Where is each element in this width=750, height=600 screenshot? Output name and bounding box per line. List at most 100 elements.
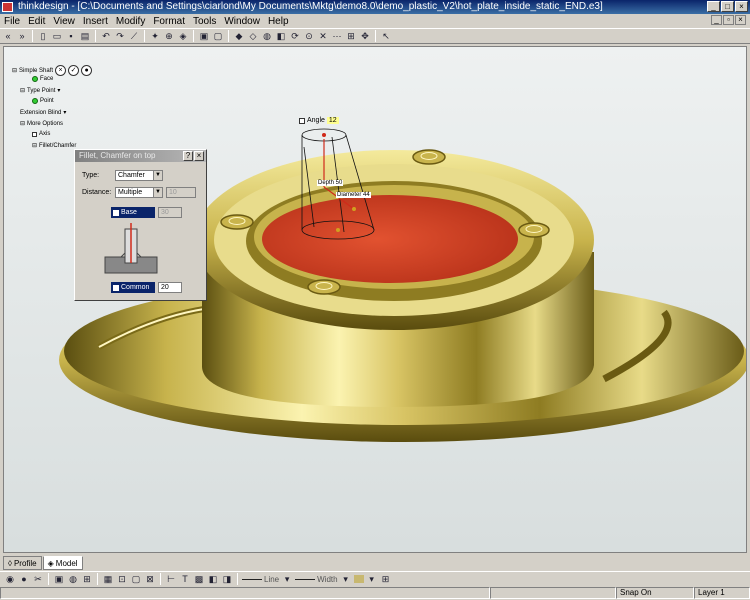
- base-input[interactable]: 30: [158, 207, 182, 218]
- width-label[interactable]: Width: [317, 575, 337, 584]
- frame-icon[interactable]: ▢: [130, 574, 142, 585]
- chevron-down-icon[interactable]: ▾: [366, 574, 378, 585]
- chevron-down-icon[interactable]: ▼: [153, 188, 162, 197]
- menu-view[interactable]: View: [53, 16, 75, 27]
- sphere-icon[interactable]: ●: [18, 574, 30, 585]
- render-icon[interactable]: ◨: [221, 574, 233, 585]
- align-icon[interactable]: ▦: [102, 574, 114, 585]
- common-checkbox[interactable]: [113, 284, 119, 291]
- target-icon[interactable]: ⊙: [303, 31, 315, 42]
- line-style-sample[interactable]: [242, 578, 262, 580]
- save-icon[interactable]: ▪: [65, 31, 77, 42]
- base-option[interactable]: Base: [111, 207, 155, 218]
- doc-restore-button[interactable]: ▫: [723, 15, 734, 25]
- menu-insert[interactable]: Insert: [83, 16, 108, 27]
- paint-icon[interactable]: ◍: [67, 574, 79, 585]
- layer-status[interactable]: Layer 1: [694, 587, 750, 599]
- base-checkbox[interactable]: [113, 209, 119, 216]
- tree-type-point[interactable]: ⊟ Type Point ▾: [20, 87, 60, 95]
- tree-axis[interactable]: Axis: [32, 131, 50, 137]
- chevron-right-icon[interactable]: »: [16, 31, 28, 42]
- doc-minimize-button[interactable]: _: [711, 15, 722, 25]
- cancel-icon[interactable]: ×: [55, 65, 67, 76]
- image-icon[interactable]: ▩: [193, 574, 205, 585]
- mesh-icon[interactable]: ⊞: [81, 574, 93, 585]
- angle-value[interactable]: 12: [326, 117, 339, 124]
- bulb-icon[interactable]: ✦: [149, 31, 161, 42]
- tool-icon[interactable]: ✂: [32, 574, 44, 585]
- chevron-down-icon[interactable]: ▾: [281, 574, 293, 585]
- tab-profile[interactable]: ◊ Profile: [3, 556, 42, 570]
- text-icon[interactable]: T: [179, 574, 191, 585]
- measure-icon[interactable]: ⊡: [116, 574, 128, 585]
- menu-help[interactable]: Help: [268, 16, 289, 27]
- tree-fillet[interactable]: ⊟ Fillet/Chamfer: [32, 142, 76, 150]
- depth-annotation[interactable]: Depth 50: [317, 180, 344, 186]
- box-icon[interactable]: ◧: [275, 31, 287, 42]
- grid-icon[interactable]: ⋯: [331, 31, 343, 42]
- diameter-annotation[interactable]: Diameter 44: [336, 192, 371, 198]
- pointer-icon[interactable]: ↖: [380, 31, 392, 42]
- angle-checkbox[interactable]: [299, 117, 305, 124]
- model-viewport[interactable]: Angle 12 Depth 50 Diameter 44 ⊟ Simple S…: [3, 46, 747, 553]
- dropdown-arrow-icon[interactable]: ▾: [63, 109, 66, 116]
- tree-more-options[interactable]: ⊟ More Options: [20, 120, 63, 128]
- frame-icon[interactable]: ▢: [212, 31, 224, 42]
- line-width-sample[interactable]: [295, 578, 316, 580]
- layer-icon[interactable]: ◧: [207, 574, 219, 585]
- doc-close-button[interactable]: ×: [735, 15, 746, 25]
- rotate-icon[interactable]: ⟳: [289, 31, 301, 42]
- menu-window[interactable]: Window: [224, 16, 260, 27]
- snap-status[interactable]: Snap On: [616, 587, 694, 599]
- menu-edit[interactable]: Edit: [28, 16, 45, 27]
- cube-icon[interactable]: ▣: [53, 574, 65, 585]
- print-icon[interactable]: ▤: [79, 31, 91, 42]
- expand-icon[interactable]: ⊟: [12, 67, 17, 74]
- tree-extension[interactable]: Extension Blind ▾: [20, 109, 66, 117]
- distance-select[interactable]: Multiple ▼: [115, 187, 163, 198]
- open-folder-icon[interactable]: ▭: [51, 31, 63, 42]
- move-icon[interactable]: ✥: [359, 31, 371, 42]
- help-button[interactable]: ?: [183, 151, 193, 161]
- zoom-icon[interactable]: ⊕: [163, 31, 175, 42]
- solid-icon[interactable]: ◆: [233, 31, 245, 42]
- shade-icon[interactable]: ◍: [261, 31, 273, 42]
- chevron-down-icon[interactable]: ▼: [153, 171, 162, 180]
- dropdown-arrow-icon[interactable]: ▾: [57, 87, 60, 94]
- new-file-icon[interactable]: ▯: [37, 31, 49, 42]
- tree-point[interactable]: Point: [32, 98, 54, 104]
- minimize-button[interactable]: _: [707, 1, 720, 12]
- dialog-close-button[interactable]: ×: [194, 151, 204, 161]
- tree-face[interactable]: Face: [32, 76, 53, 82]
- layers-icon[interactable]: ◇: [247, 31, 259, 42]
- color-swatch-icon[interactable]: [353, 575, 364, 583]
- distance-input[interactable]: 10: [166, 187, 196, 198]
- type-select[interactable]: Chamfer ▼: [115, 170, 163, 181]
- menu-tools[interactable]: Tools: [193, 16, 216, 27]
- menu-file[interactable]: File: [4, 16, 20, 27]
- wand-icon[interactable]: ⟋: [128, 31, 140, 42]
- grid-icon[interactable]: ⊞: [380, 574, 392, 585]
- snap-icon[interactable]: ◉: [4, 574, 16, 585]
- tile-icon[interactable]: ⊞: [345, 31, 357, 42]
- menu-modify[interactable]: Modify: [116, 16, 145, 27]
- tab-model[interactable]: ◈ Model: [42, 556, 83, 570]
- menu-format[interactable]: Format: [153, 16, 185, 27]
- angle-annotation[interactable]: Angle 12: [299, 117, 339, 124]
- common-option[interactable]: Common: [111, 282, 155, 293]
- chevron-down-icon[interactable]: ▾: [340, 574, 352, 585]
- close-button[interactable]: ×: [735, 1, 748, 12]
- common-input[interactable]: 20: [158, 282, 182, 293]
- undo-icon[interactable]: ↶: [100, 31, 112, 42]
- redo-icon[interactable]: ↷: [114, 31, 126, 42]
- chevron-left-icon[interactable]: «: [2, 31, 14, 42]
- axis-checkbox[interactable]: [32, 131, 37, 137]
- dimension-icon[interactable]: ⊢: [165, 574, 177, 585]
- view-icon[interactable]: ◈: [177, 31, 189, 42]
- zoom-window-icon[interactable]: ⊠: [144, 574, 156, 585]
- preview-icon[interactable]: ●: [81, 65, 93, 76]
- line-label[interactable]: Line: [264, 575, 279, 584]
- maximize-button[interactable]: □: [721, 1, 734, 12]
- tree-root[interactable]: ⊟ Simple Shaft × ✓ ●: [12, 65, 93, 76]
- window-icon[interactable]: ▣: [198, 31, 210, 42]
